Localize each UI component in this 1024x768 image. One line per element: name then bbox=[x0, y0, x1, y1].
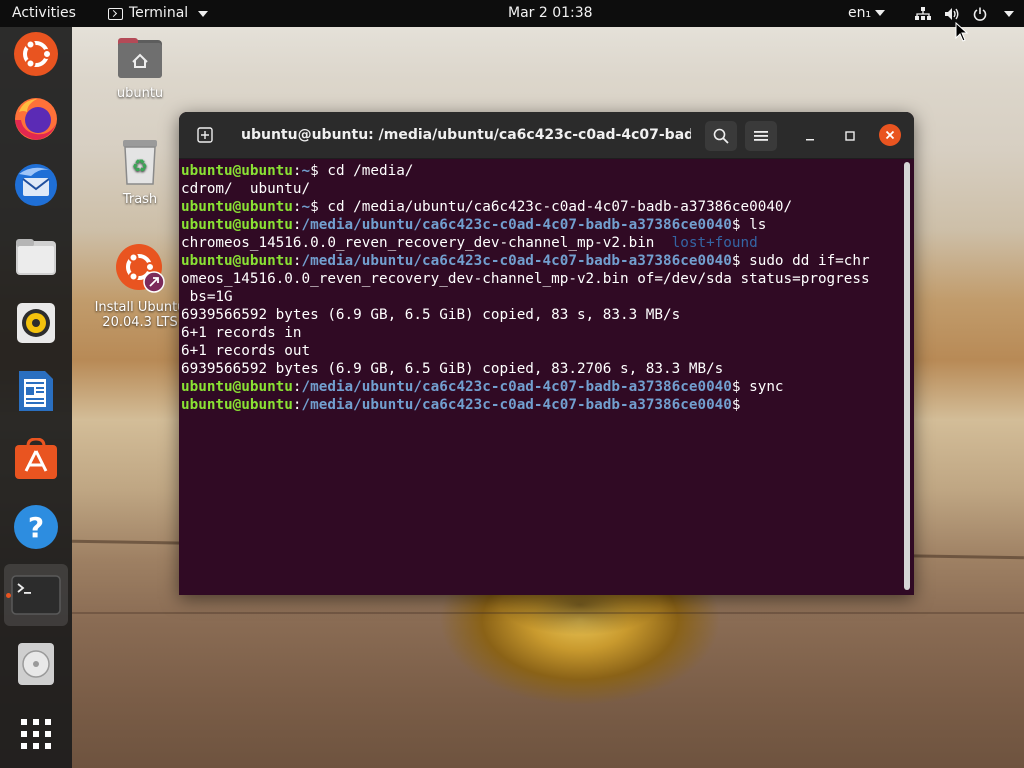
terminal-line: 6939566592 bytes (6.9 GB, 6.5 GiB) copie… bbox=[181, 307, 681, 323]
terminal-line: cdrom/ ubuntu/ bbox=[181, 181, 311, 197]
activities-button[interactable]: Activities bbox=[12, 0, 76, 27]
dock-item-terminal[interactable] bbox=[4, 564, 68, 626]
trash-icon: ♻ bbox=[123, 140, 157, 185]
desktop-icon-home[interactable]: ubuntu bbox=[92, 36, 188, 101]
terminal-line: ubuntu@ubuntu:/media/ubuntu/ca6c423c-c0a… bbox=[181, 253, 870, 269]
chevron-down-icon bbox=[1004, 10, 1014, 17]
dock-item-writer[interactable] bbox=[12, 367, 60, 415]
minimize-button[interactable] bbox=[797, 123, 823, 149]
software-store-icon bbox=[15, 438, 57, 479]
language-label: en₁ bbox=[848, 5, 872, 21]
volume-icon bbox=[945, 7, 959, 20]
terminal-line: ubuntu@ubuntu:/media/ubuntu/ca6c423c-c0a… bbox=[181, 379, 784, 395]
dock-item-firefox[interactable] bbox=[12, 95, 60, 143]
desktop-icon-label: 20.04.3 LTS bbox=[102, 315, 178, 330]
hamburger-icon bbox=[754, 131, 768, 141]
terminal-line: ubuntu@ubuntu:/media/ubuntu/ca6c423c-c0a… bbox=[181, 217, 767, 233]
dock-item-rhythmbox[interactable] bbox=[12, 299, 60, 347]
maximize-button[interactable] bbox=[837, 123, 863, 149]
terminal-line: omeos_14516.0.0_reven_recovery_dev-chann… bbox=[181, 271, 870, 287]
ubuntu-installer-icon bbox=[14, 32, 58, 76]
app-menu-label: Terminal bbox=[129, 5, 189, 21]
dock-item-ubuntu-software[interactable] bbox=[12, 435, 60, 483]
svg-text:?: ? bbox=[28, 511, 44, 544]
desktop-icon-label: Install Ubuntu bbox=[94, 300, 186, 315]
new-tab-button[interactable] bbox=[191, 121, 219, 149]
chevron-down-icon bbox=[875, 10, 886, 16]
terminal-line: ubuntu@ubuntu:~$ cd /media/ bbox=[181, 163, 414, 179]
terminal-scrollbar[interactable] bbox=[904, 162, 910, 590]
mouse-pointer-icon bbox=[955, 22, 969, 42]
running-indicator bbox=[6, 593, 11, 598]
desktop-icon-label: ubuntu bbox=[116, 86, 164, 101]
desktop-icon-trash[interactable]: ♻ Trash bbox=[92, 138, 188, 207]
terminal-icon bbox=[11, 575, 61, 615]
terminal-line: bs=1G bbox=[181, 289, 233, 305]
app-menu-button[interactable]: Terminal bbox=[108, 0, 209, 27]
dock-item-thunderbird[interactable] bbox=[12, 161, 60, 209]
minimize-icon bbox=[806, 139, 814, 141]
hamburger-menu-button[interactable] bbox=[745, 121, 777, 151]
dock-item-install-ubuntu[interactable] bbox=[12, 30, 60, 78]
terminal-line: ubuntu@ubuntu:/media/ubuntu/ca6c423c-c0a… bbox=[181, 397, 741, 413]
terminal-app-icon bbox=[108, 7, 123, 20]
firefox-icon bbox=[15, 98, 57, 140]
power-icon bbox=[973, 7, 987, 21]
terminal-line: 6+1 records out bbox=[181, 343, 311, 359]
optical-disc-icon bbox=[18, 643, 54, 685]
maximize-icon bbox=[845, 131, 855, 141]
top-bar: Activities Terminal Mar 2 01:38 en₁ bbox=[0, 0, 1024, 27]
dock-item-files[interactable] bbox=[12, 233, 60, 281]
dock-item-disc[interactable] bbox=[12, 640, 60, 688]
new-tab-icon bbox=[197, 127, 213, 143]
terminal-line: 6939566592 bytes (6.9 GB, 6.5 GiB) copie… bbox=[181, 361, 724, 377]
close-icon bbox=[885, 130, 895, 140]
terminal-window[interactable]: ubuntu@ubuntu: /media/ubuntu/ca6c423c-c0… bbox=[179, 112, 914, 595]
terminal-output[interactable]: ubuntu@ubuntu:~$ cd /media/ cdrom/ ubunt… bbox=[181, 162, 901, 592]
network-icon bbox=[915, 6, 931, 20]
window-title: ubuntu@ubuntu: /media/ubuntu/ca6c423c-c0… bbox=[241, 127, 691, 143]
desktop-icon-label: Trash bbox=[122, 192, 158, 207]
search-icon bbox=[713, 128, 729, 144]
ubuntu-installer-icon bbox=[116, 244, 165, 293]
close-button[interactable] bbox=[879, 124, 901, 146]
terminal-header-bar[interactable]: ubuntu@ubuntu: /media/ubuntu/ca6c423c-c0… bbox=[179, 112, 914, 159]
rhythmbox-icon bbox=[17, 303, 55, 343]
help-icon: ? bbox=[14, 505, 58, 549]
dock: ? bbox=[0, 27, 72, 768]
desktop-icon-install-ubuntu[interactable]: Install Ubuntu 20.04.3 LTS bbox=[92, 242, 188, 330]
clock[interactable]: Mar 2 01:38 bbox=[508, 0, 593, 27]
search-button[interactable] bbox=[705, 121, 737, 151]
writer-icon bbox=[19, 371, 53, 411]
terminal-line: ubuntu@ubuntu:~$ cd /media/ubuntu/ca6c42… bbox=[181, 199, 793, 215]
wallpaper-detail bbox=[72, 612, 1024, 614]
input-language-indicator[interactable]: en₁ bbox=[848, 0, 886, 27]
terminal-line: chromeos_14516.0.0_reven_recovery_dev-ch… bbox=[181, 235, 758, 251]
terminal-line: 6+1 records in bbox=[181, 325, 302, 341]
show-applications-button[interactable] bbox=[12, 710, 60, 758]
dock-item-help[interactable]: ? bbox=[12, 503, 60, 551]
svg-text:♻: ♻ bbox=[132, 156, 148, 177]
chevron-down-icon bbox=[198, 10, 209, 17]
thunderbird-icon bbox=[15, 164, 57, 206]
files-icon bbox=[16, 239, 56, 275]
app-grid-icon bbox=[21, 719, 51, 749]
home-folder-icon bbox=[118, 38, 162, 78]
